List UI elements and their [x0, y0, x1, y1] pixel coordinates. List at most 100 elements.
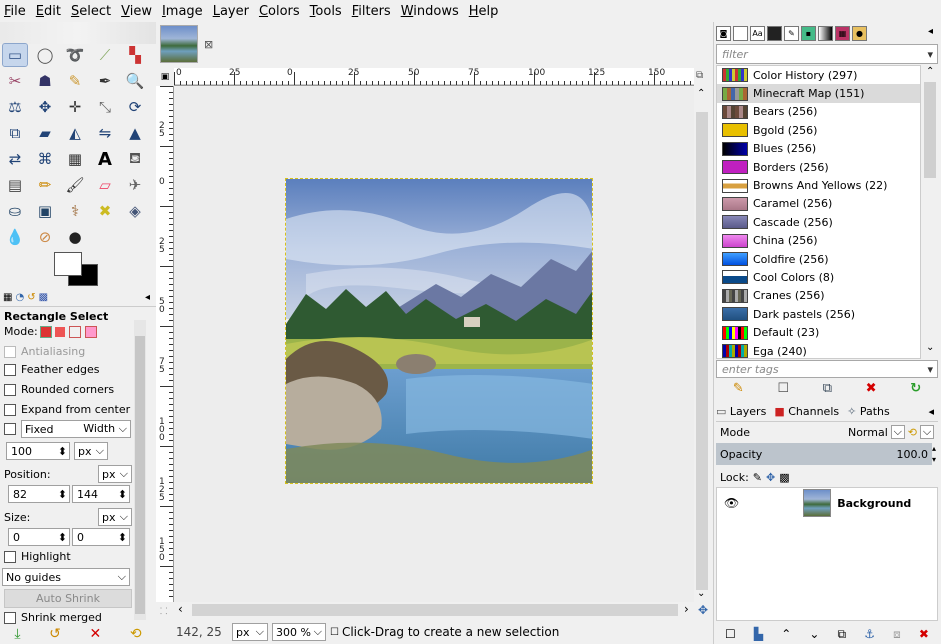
- feather-edges-checkbox[interactable]: [4, 363, 16, 376]
- new-palette-icon[interactable]: ☐: [777, 381, 789, 396]
- unit-combo[interactable]: px ⌵: [232, 623, 268, 641]
- chevron-up-icon[interactable]: ⌃: [926, 66, 934, 77]
- chevron-down-icon[interactable]: ⌄: [697, 588, 705, 599]
- layer-row[interactable]: 👁 Background: [716, 488, 936, 518]
- lock-position-icon[interactable]: ✥: [766, 471, 775, 484]
- scale-tool-icon[interactable]: ⧉: [3, 122, 27, 144]
- blend-tool-icon[interactable]: ▤: [3, 174, 27, 196]
- eraser-tool-icon[interactable]: ▱: [93, 174, 117, 196]
- merge-layer-icon[interactable]: ⧈: [893, 627, 901, 642]
- menu-filters[interactable]: Filters: [352, 4, 391, 19]
- eye-icon[interactable]: 👁: [724, 496, 739, 510]
- close-icon[interactable]: ⊠: [204, 38, 213, 51]
- fixed-unit-combo[interactable]: px ⌵: [74, 442, 108, 460]
- highlight-option[interactable]: Highlight: [4, 550, 71, 563]
- undo-history-tab-icon[interactable]: ↺: [27, 292, 35, 303]
- shear-tool-icon[interactable]: ▰: [33, 122, 57, 144]
- lock-pixels-icon[interactable]: ✎: [753, 471, 762, 484]
- raise-layer-icon[interactable]: ⌃: [781, 627, 791, 641]
- buffers-tab-icon[interactable]: ●: [852, 25, 867, 41]
- color-select-tool-icon[interactable]: ▚: [123, 44, 147, 66]
- position-x-input[interactable]: 82 ⬍: [8, 485, 70, 503]
- list-item[interactable]: Cranes (256): [717, 287, 920, 305]
- tool-options-tab-icon[interactable]: ▦: [3, 292, 12, 303]
- dock-menu-icon[interactable]: ◂: [928, 26, 933, 37]
- menu-image[interactable]: Image: [162, 4, 203, 19]
- clone-tool-icon[interactable]: ▣: [33, 200, 57, 222]
- fixed-checkbox[interactable]: [4, 423, 16, 435]
- fuzzy-select-tool-icon[interactable]: ⟋: [93, 44, 117, 66]
- mode-replace-icon[interactable]: [39, 325, 52, 338]
- shrink-merged-option[interactable]: Shrink merged: [4, 611, 102, 624]
- size-unit-combo[interactable]: px ⌵: [98, 508, 132, 526]
- mode-add-icon[interactable]: [54, 326, 65, 337]
- unified-transform-tool-icon[interactable]: ⌘: [33, 148, 57, 170]
- bucket-fill-tool-icon[interactable]: ⛾: [123, 148, 147, 170]
- chevron-down-icon[interactable]: ⌵: [890, 425, 905, 439]
- feather-edges-option[interactable]: Feather edges: [4, 363, 100, 376]
- list-item[interactable]: Caramel (256): [717, 195, 920, 213]
- zoom-tool-icon[interactable]: 🔍: [123, 70, 147, 92]
- rounded-corners-option[interactable]: Rounded corners: [4, 383, 114, 396]
- image-canvas[interactable]: [285, 178, 593, 484]
- cage-tool-icon[interactable]: ▲: [123, 122, 147, 144]
- free-select-tool-icon[interactable]: ➰: [63, 44, 87, 66]
- antialiasing-option[interactable]: Antialiasing: [4, 345, 85, 358]
- navigate-icon[interactable]: ✥: [698, 603, 708, 617]
- menu-view[interactable]: View: [121, 4, 152, 19]
- move-tool-icon[interactable]: ✥: [33, 96, 57, 118]
- new-layer-group-icon[interactable]: ▙: [754, 627, 763, 641]
- list-item[interactable]: Bears (256): [717, 103, 920, 121]
- tab-paths[interactable]: ✧ Paths: [847, 405, 890, 418]
- duplicate-layer-icon[interactable]: ⧉: [838, 627, 847, 642]
- anchor-layer-icon[interactable]: ⚓: [864, 627, 875, 641]
- chevron-left-icon[interactable]: ‹: [178, 602, 183, 616]
- tool-options-scroll-thumb[interactable]: [135, 336, 145, 614]
- patterns-tab-icon[interactable]: [767, 25, 782, 41]
- menu-edit[interactable]: Edit: [36, 4, 61, 19]
- list-item[interactable]: Dark pastels (256): [717, 305, 920, 323]
- pointer-icon[interactable]: ⸬: [160, 604, 167, 617]
- palette-scroll-thumb[interactable]: [924, 82, 936, 178]
- pencil-tool-icon[interactable]: ✏: [33, 174, 57, 196]
- mode-reset-icon[interactable]: ⟲: [908, 426, 917, 439]
- chevron-down-icon[interactable]: ⌵: [920, 425, 934, 439]
- vertical-ruler[interactable]: 2 5 0 2 5 5 0 7 5 1 0 0 1 2 5 1 5 0: [156, 86, 174, 602]
- list-item[interactable]: Ega (240): [717, 342, 920, 358]
- tab-layers[interactable]: ▭ Layers: [716, 405, 766, 418]
- position-unit-combo[interactable]: px ⌵: [98, 465, 132, 483]
- duplicate-palette-icon[interactable]: ⧉: [823, 381, 832, 396]
- menu-select[interactable]: Select: [71, 4, 111, 19]
- layer-name[interactable]: Background: [837, 497, 911, 510]
- chevron-right-icon[interactable]: ›: [684, 602, 689, 616]
- list-item[interactable]: Browns And Yellows (22): [717, 176, 920, 194]
- auto-shrink-button[interactable]: Auto Shrink: [4, 589, 132, 608]
- color-picker-tool-icon[interactable]: ✒: [93, 70, 117, 92]
- tab-channels[interactable]: ■ Channels: [774, 405, 839, 418]
- vertical-scroll-thumb[interactable]: [696, 112, 708, 590]
- rounded-corners-checkbox[interactable]: [4, 383, 16, 396]
- zoom-combo[interactable]: 300 % ⌵: [272, 623, 326, 641]
- dock-menu-icon[interactable]: ◂: [928, 405, 934, 418]
- list-item[interactable]: Color History (297): [717, 66, 920, 84]
- list-item[interactable]: Cool Colors (8): [717, 268, 920, 286]
- rect-select-tool-icon[interactable]: ▭: [2, 43, 28, 67]
- panel-menu-icon[interactable]: ◂: [145, 292, 150, 303]
- ellipse-select-tool-icon[interactable]: ◯: [33, 44, 57, 66]
- opacity-spinner-icon[interactable]: ▴ ▾: [932, 443, 940, 465]
- edit-palette-icon[interactable]: ✎: [733, 381, 744, 396]
- rotate-tool-icon[interactable]: ⟳: [123, 96, 147, 118]
- lock-alpha-icon[interactable]: ▩: [779, 471, 789, 484]
- horizontal-ruler[interactable]: 0 25 0 25 50 75 100 125 150: [174, 68, 694, 86]
- list-item[interactable]: Bgold (256): [717, 121, 920, 139]
- paint-dynamics-tab-icon[interactable]: ✎: [784, 25, 799, 41]
- fixed-combo[interactable]: Fixed Width ⌵: [21, 420, 131, 438]
- opacity-slider[interactable]: Opacity 100.0: [716, 443, 932, 465]
- list-item[interactable]: China (256): [717, 232, 920, 250]
- blur-tool-icon[interactable]: ◈: [123, 200, 147, 222]
- airbrush-tool-icon[interactable]: ✈: [123, 174, 147, 196]
- crop-tool-icon[interactable]: ▦: [63, 148, 87, 170]
- heal-tool-icon[interactable]: ⚕: [63, 200, 87, 222]
- mode-subtract-icon[interactable]: [68, 325, 81, 338]
- new-layer-icon[interactable]: ☐: [725, 627, 736, 641]
